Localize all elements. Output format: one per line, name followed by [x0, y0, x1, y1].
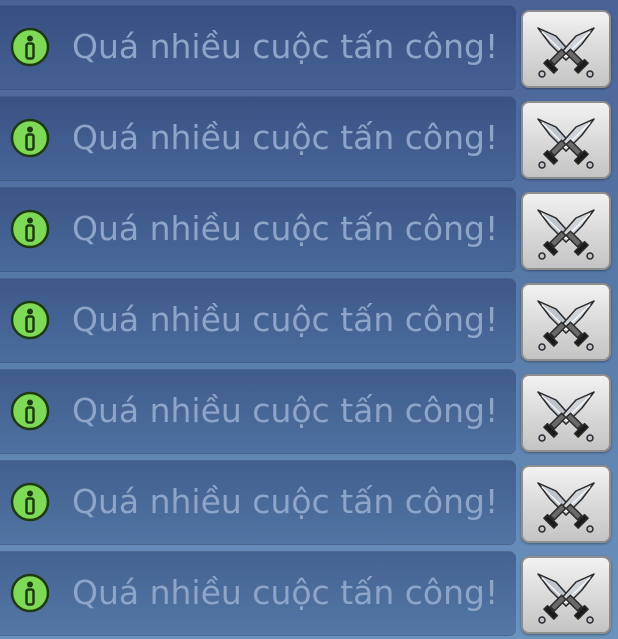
crossed-swords-icon: [537, 27, 595, 78]
notification-message: Quá nhiều cuộc tấn công!: [72, 209, 499, 248]
attack-button[interactable]: [521, 10, 611, 88]
attack-button[interactable]: [521, 374, 611, 452]
notification-panel: Quá nhiều cuộc tấn công!: [0, 96, 516, 181]
info-icon: [10, 27, 50, 67]
info-icon: [10, 482, 50, 522]
notification-message: Quá nhiều cuộc tấn công!: [72, 118, 499, 157]
notification-panel: Quá nhiều cuộc tấn công!: [0, 187, 516, 272]
crossed-swords-icon: [537, 118, 595, 169]
notification-row: Quá nhiều cuộc tấn công!: [0, 551, 618, 636]
notification-message: Quá nhiều cuộc tấn công!: [72, 482, 499, 521]
notification-row: Quá nhiều cuộc tấn công!: [0, 5, 618, 90]
notification-panel: Quá nhiều cuộc tấn công!: [0, 460, 516, 545]
info-icon: [10, 573, 50, 613]
attack-button[interactable]: [521, 192, 611, 270]
attack-button[interactable]: [521, 465, 611, 543]
crossed-swords-icon: [537, 482, 595, 533]
attack-button[interactable]: [521, 556, 611, 634]
crossed-swords-icon: [537, 300, 595, 351]
attack-button[interactable]: [521, 283, 611, 361]
attack-button[interactable]: [521, 101, 611, 179]
notification-row: Quá nhiều cuộc tấn công!: [0, 369, 618, 454]
info-icon: [10, 391, 50, 431]
info-icon: [10, 209, 50, 249]
notification-list: Quá nhiều cuộc tấn công! Quá nhiều cuộc …: [0, 0, 618, 639]
info-icon: [10, 300, 50, 340]
notification-row: Quá nhiều cuộc tấn công!: [0, 278, 618, 363]
notification-row: Quá nhiều cuộc tấn công!: [0, 96, 618, 181]
notification-message: Quá nhiều cuộc tấn công!: [72, 573, 499, 612]
crossed-swords-icon: [537, 573, 595, 624]
crossed-swords-icon: [537, 391, 595, 442]
notification-message: Quá nhiều cuộc tấn công!: [72, 300, 499, 339]
notification-panel: Quá nhiều cuộc tấn công!: [0, 278, 516, 363]
notification-row: Quá nhiều cuộc tấn công!: [0, 460, 618, 545]
notification-panel: Quá nhiều cuộc tấn công!: [0, 5, 516, 90]
notification-panel: Quá nhiều cuộc tấn công!: [0, 551, 516, 636]
info-icon: [10, 118, 50, 158]
notification-message: Quá nhiều cuộc tấn công!: [72, 391, 499, 430]
crossed-swords-icon: [537, 209, 595, 260]
notification-row: Quá nhiều cuộc tấn công!: [0, 187, 618, 272]
notification-panel: Quá nhiều cuộc tấn công!: [0, 369, 516, 454]
notification-message: Quá nhiều cuộc tấn công!: [72, 27, 499, 66]
